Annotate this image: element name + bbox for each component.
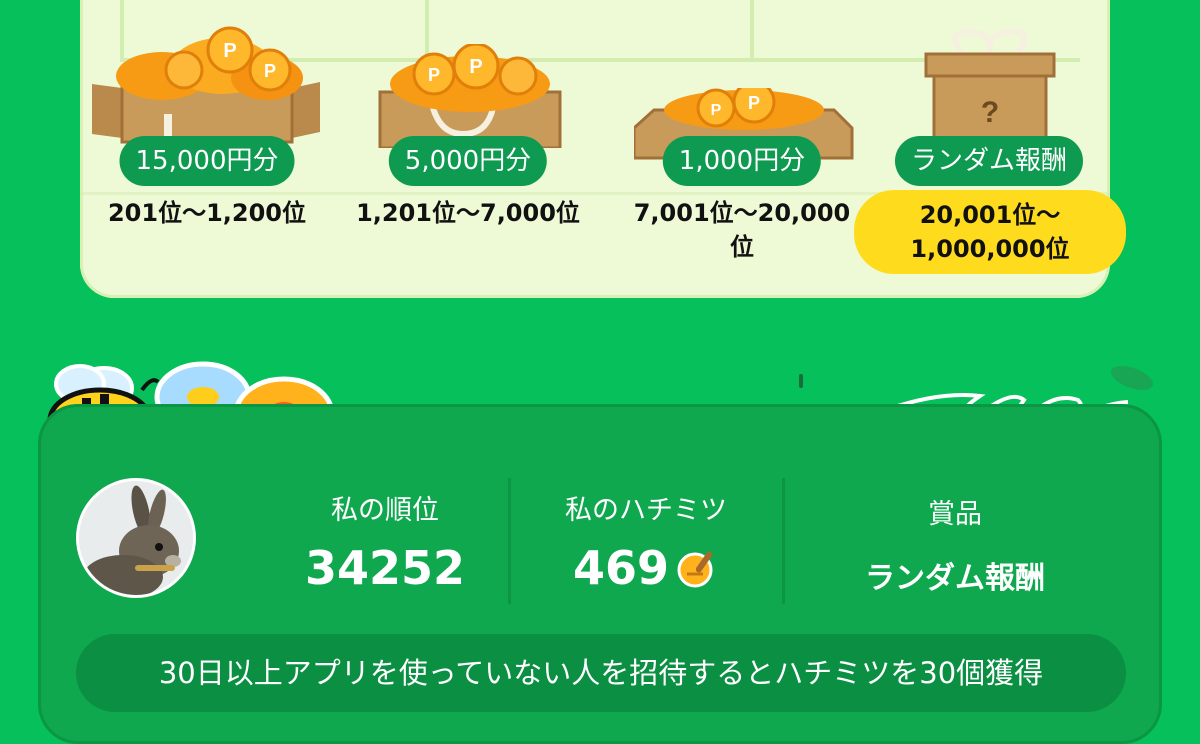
prize-pill: 1,000円分 — [662, 136, 822, 186]
invite-text: 30日以上アプリを使っていない人を招待するとハチミツを30個獲得 — [158, 656, 1044, 690]
mystery-gift-box-icon: ? — [924, 29, 1056, 144]
grid-line — [750, 0, 754, 60]
my-prize-label: 賞品 — [928, 499, 982, 530]
svg-text:P: P — [223, 40, 236, 62]
my-prize-value: ランダム報酬 — [865, 561, 1045, 596]
invite-banner[interactable]: 30日以上アプリを使っていない人を招待するとハチミツを30個獲得 — [76, 634, 1126, 712]
large-coin-box-icon: P P — [92, 26, 320, 144]
svg-text:P: P — [264, 61, 276, 81]
svg-text:P: P — [428, 65, 440, 85]
coin-bag-icon: P P — [378, 44, 562, 148]
prize-pill: 15,000円分 — [119, 136, 295, 186]
honey-dipper-icon — [677, 551, 713, 588]
rank-range: 20,001位〜1,000,000位 — [910, 201, 1070, 263]
my-honey-stat: 私のハチミツ 469 — [538, 488, 754, 595]
stat-divider — [508, 478, 511, 604]
my-rank-stat: 私の順位 34252 — [290, 488, 480, 595]
svg-text:?: ? — [981, 96, 999, 129]
rabbit-avatar-icon — [79, 481, 193, 595]
my-prize-stat: 賞品 ランダム報酬 — [820, 492, 1090, 597]
sprout-mark-icon — [799, 374, 803, 388]
my-honey-value: 469 — [572, 541, 670, 595]
my-honey-label: 私のハチミツ — [565, 495, 727, 526]
my-rank-label: 私の順位 — [331, 495, 439, 526]
stat-divider — [782, 478, 785, 604]
svg-text:P: P — [711, 102, 722, 119]
my-rank-value: 34252 — [304, 541, 466, 595]
prize-pill: ランダム報酬 — [894, 136, 1084, 186]
my-honey-row: 469 — [538, 541, 754, 595]
avatar[interactable] — [76, 478, 196, 598]
rank-range: 201位〜1,200位 — [107, 199, 306, 227]
rank-range: 7,001位〜20,000位 — [633, 199, 851, 261]
rank-range-highlight: 20,001位〜1,000,000位 — [854, 190, 1126, 274]
prize-pill: 5,000円分 — [388, 136, 548, 186]
svg-text:P: P — [748, 93, 760, 113]
svg-text:P: P — [469, 56, 482, 78]
rank-range: 1,201位〜7,000位 — [356, 199, 580, 227]
